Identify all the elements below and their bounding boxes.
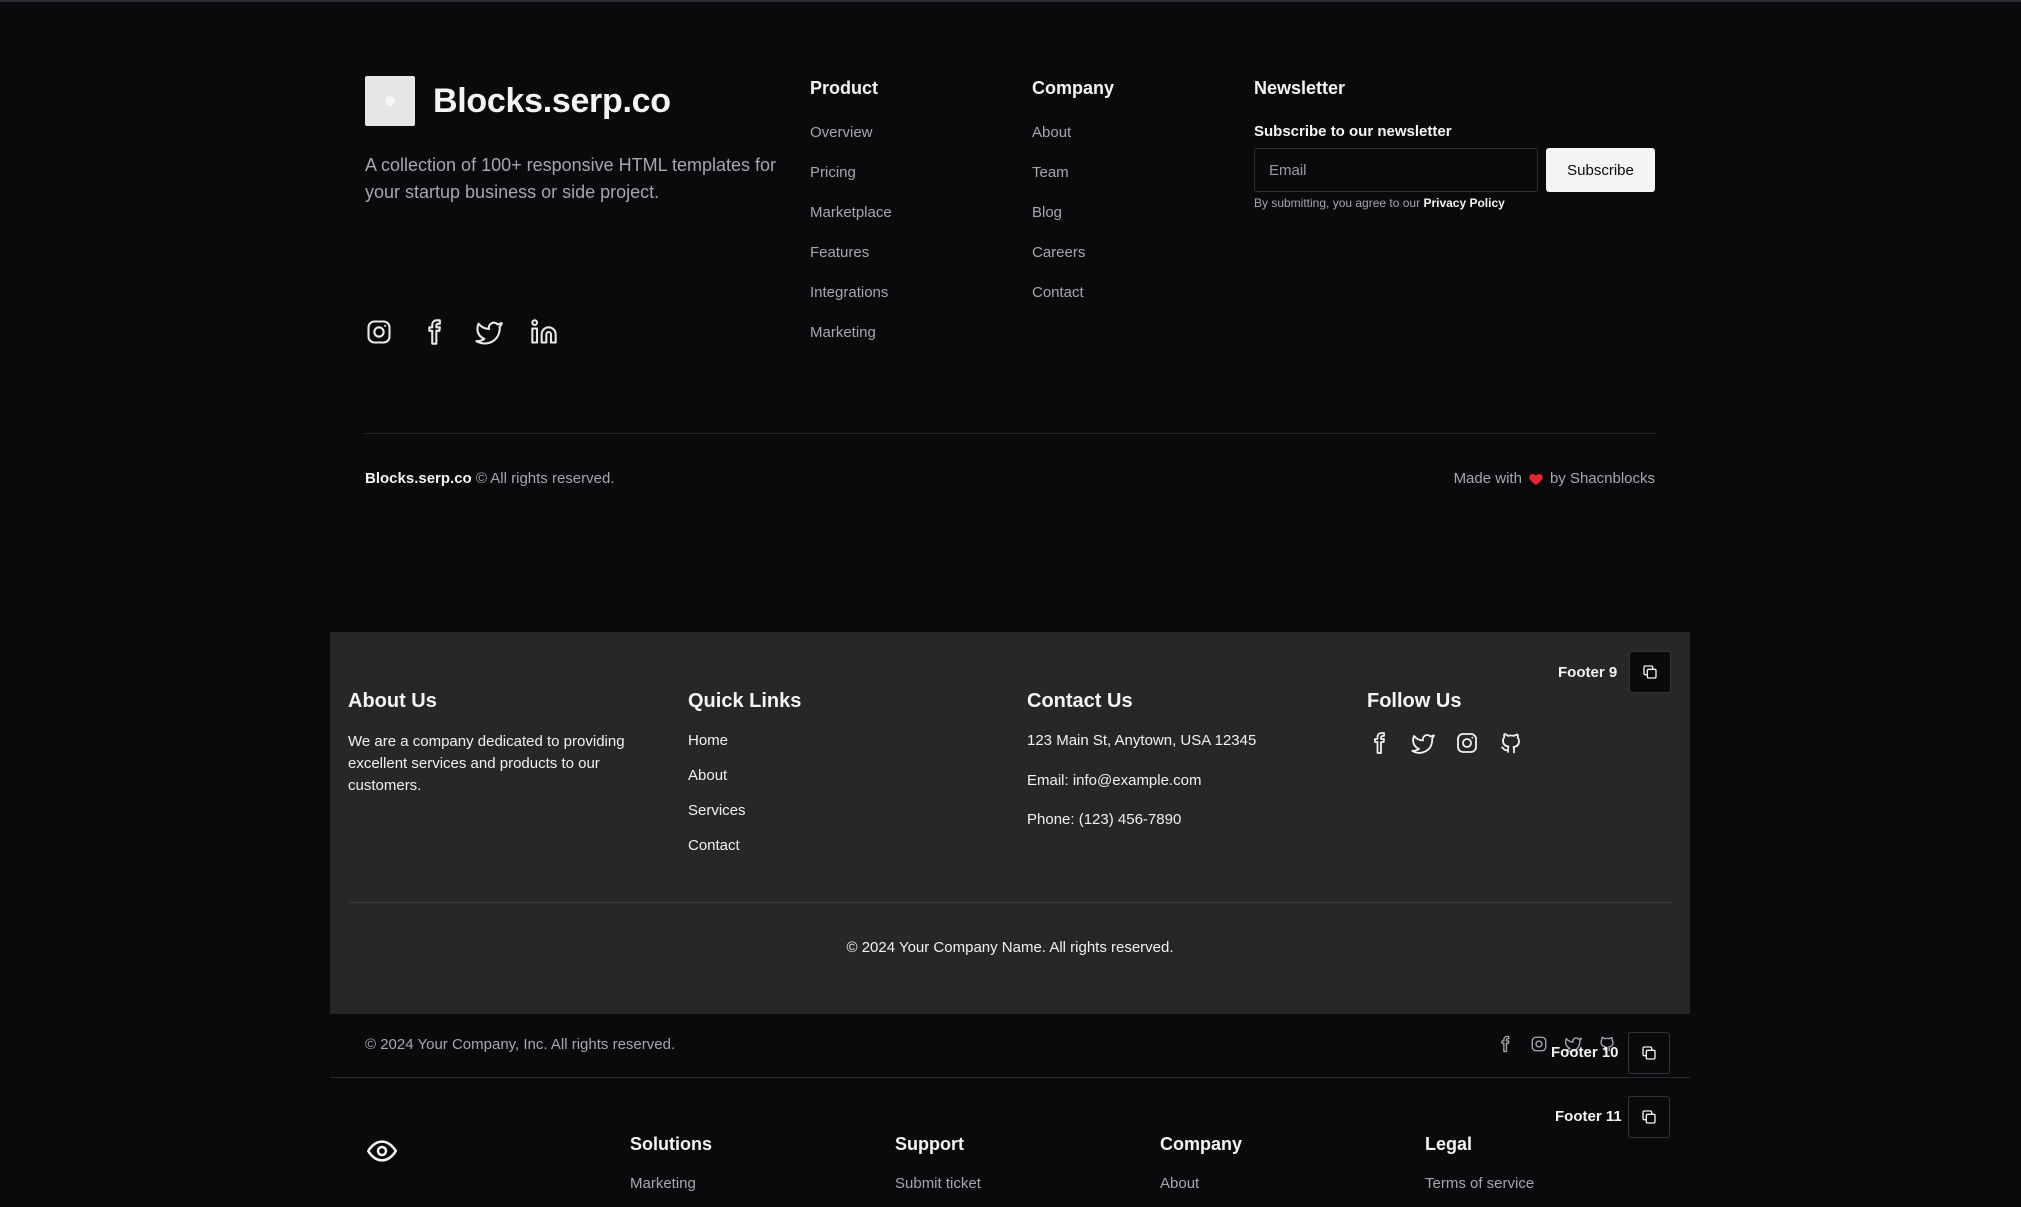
newsletter-column: Newsletter Subscribe to our newsletter S… [1254,78,1659,210]
newsletter-note-text: By submitting, you agree to our [1254,196,1421,210]
contact-email: Email: info@example.com [1027,771,1202,789]
quick-link-home[interactable]: Home [688,731,801,766]
quick-link-about[interactable]: About [688,766,801,801]
product-link-pricing[interactable]: Pricing [810,163,892,203]
solutions-link-marketing[interactable]: Marketing [630,1175,712,1192]
quick-links-heading: Quick Links [688,690,802,712]
facebook-icon[interactable] [1367,731,1391,755]
copy-icon [1643,665,1657,679]
support-heading: Support [895,1134,964,1154]
footer-9-label: Footer 9 [1558,664,1618,681]
copyright-brand: Blocks.serp.co [365,470,472,487]
follow-heading: Follow Us [1367,690,1462,712]
heart-icon [1528,471,1544,487]
company-link-team[interactable]: Team [1032,163,1114,203]
newsletter-note: By submitting, you agree to our Privacy … [1254,196,1659,210]
made-with-text: Made with [1453,470,1522,487]
github-icon[interactable] [1499,731,1523,755]
support-link-submit-ticket[interactable]: Submit ticket [895,1175,981,1192]
product-link-overview[interactable]: Overview [810,123,892,163]
copy-icon [1642,1046,1656,1060]
eye-icon[interactable] [367,1136,397,1166]
copy-icon [1642,1110,1656,1124]
contact-phone: Phone: (123) 456-7890 [1027,811,1182,828]
contact-heading: Contact Us [1027,690,1133,712]
social-links [365,318,558,346]
about-text: We are a company dedicated to providing … [348,733,625,794]
linkedin-icon[interactable] [530,318,558,346]
copy-button[interactable] [1628,1032,1670,1074]
email-input[interactable] [1254,148,1538,192]
instagram-icon[interactable] [1530,1035,1548,1053]
company-heading: Company [1032,78,1115,98]
company-link-contact[interactable]: Contact [1032,283,1114,323]
support-column: Support Submit ticket [895,1134,981,1192]
product-column: Product Overview Pricing Marketplace Fea… [810,78,892,363]
divider [365,433,1655,434]
newsletter-subtitle: Subscribe to our newsletter [1254,123,1452,140]
twitter-icon[interactable] [1411,731,1435,755]
logo-image [365,76,415,126]
newsletter-heading: Newsletter [1254,78,1346,98]
brand-description: A collection of 100+ responsive HTML tem… [365,155,777,202]
legal-link-terms[interactable]: Terms of service [1425,1175,1534,1192]
contact-column: Contact Us 123 Main St, Anytown, USA 123… [1027,690,1256,850]
instagram-icon[interactable] [1455,731,1479,755]
instagram-icon[interactable] [365,318,393,346]
company-link-blog[interactable]: Blog [1032,203,1114,243]
company-column: Company About [1160,1134,1242,1192]
product-link-marketing[interactable]: Marketing [810,323,892,363]
footer-10-label: Footer 10 [1551,1044,1619,1061]
company-column: Company About Team Blog Careers Contact [1032,78,1114,323]
made-by-text: by Shacnblocks [1549,470,1655,487]
solutions-heading: Solutions [630,1134,712,1154]
follow-column: Follow Us [1367,690,1523,755]
quick-link-services[interactable]: Services [688,801,801,836]
privacy-policy-link[interactable]: Privacy Policy [1423,196,1504,210]
about-column: About Us We are a company dedicated to p… [348,690,658,797]
product-heading: Product [810,78,879,98]
legal-heading: Legal [1425,1134,1473,1154]
brand-name: Blocks.serp.co [433,81,671,120]
solutions-column: Solutions Marketing [630,1134,712,1192]
copyright-text: © All rights reserved. [475,470,615,487]
copy-button[interactable] [1629,651,1671,693]
company-link-about[interactable]: About [1160,1175,1242,1192]
facebook-icon[interactable] [1496,1035,1514,1053]
subscribe-button[interactable]: Subscribe [1546,148,1655,192]
made-with: Made with by Shacnblocks [1454,470,1655,487]
footer-11-label: Footer 11 [1555,1108,1622,1125]
company-link-about[interactable]: About [1032,123,1114,163]
product-link-integrations[interactable]: Integrations [810,283,892,323]
legal-column: Legal Terms of service [1425,1134,1534,1192]
contact-address: 123 Main St, Anytown, USA 12345 [1027,732,1257,749]
copyright: © 2024 Your Company Name. All rights res… [846,939,1174,956]
footer-9: Footer 9 About Us We are a company dedic… [330,632,1690,1014]
footer-10: © 2024 Your Company, Inc. All rights res… [330,1014,1690,1078]
quick-link-contact[interactable]: Contact [688,836,801,871]
company-heading: Company [1160,1134,1243,1154]
facebook-icon[interactable] [420,318,448,346]
divider [348,902,1672,903]
product-link-features[interactable]: Features [810,243,892,283]
twitter-icon[interactable] [475,318,503,346]
quick-links-column: Quick Links Home About Services Contact [688,690,801,871]
copyright: © 2024 Your Company, Inc. All rights res… [365,1036,676,1053]
footer-8: Blocks.serp.co A collection of 100+ resp… [365,0,1655,560]
company-link-careers[interactable]: Careers [1032,243,1114,283]
about-heading: About Us [348,690,437,712]
product-link-marketplace[interactable]: Marketplace [810,203,892,243]
copy-button[interactable] [1628,1096,1670,1138]
footer-11: Footer 11 Solutions Marketing Support Su… [330,1078,1690,1207]
brand[interactable]: Blocks.serp.co [365,76,671,126]
copyright: Blocks.serp.co © All rights reserved. [365,470,615,487]
